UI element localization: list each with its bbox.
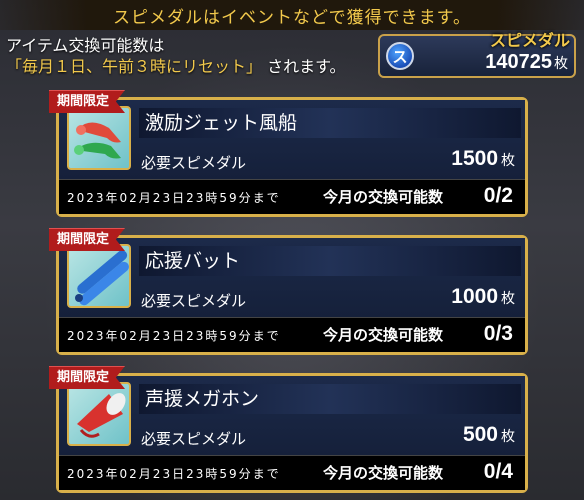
exchange-item-card[interactable]: 応援バット 必要スピメダル 1000 枚 2023年02月23日23時59分まで … xyxy=(49,228,528,355)
required-medals-label: 必要スピメダル xyxy=(141,430,247,448)
deadline-text: 2023年02月23日23時59分まで xyxy=(67,467,281,481)
spi-medal-icon: ス xyxy=(386,42,414,70)
item-name: 激励ジェット風船 xyxy=(139,108,521,138)
exchange-item-card[interactable]: 激励ジェット風船 必要スピメダル 1500 枚 2023年02月23日23時59分… xyxy=(49,90,528,217)
required-medals-amount: 1000 xyxy=(451,285,498,308)
balance-value: 140725 枚 xyxy=(485,51,568,74)
monthly-limit-label: 今月の交換可能数 xyxy=(323,188,444,206)
deadline-text: 2023年02月23日23時59分まで xyxy=(67,329,281,343)
card-footer: 2023年02月23日23時59分まで 今月の交換可能数 0/2 xyxy=(59,179,525,214)
monthly-limit-label: 今月の交換可能数 xyxy=(323,464,444,482)
jet-balloon-icon xyxy=(67,106,131,170)
monthly-limit-value: 0/2 xyxy=(483,184,513,207)
required-medals-unit: 枚 xyxy=(501,152,515,168)
reset-info-line1: アイテム交換可能数は xyxy=(6,36,165,55)
balance-title: スピメダル xyxy=(489,31,570,50)
balance-amount: 140725 xyxy=(485,51,552,73)
cheer-bat-icon xyxy=(67,244,131,308)
reset-info-rest: されます。 xyxy=(267,57,346,76)
required-medals-label: 必要スピメダル xyxy=(141,292,247,310)
deadline-text: 2023年02月23日23時59分まで xyxy=(67,191,281,205)
exchange-item-card[interactable]: 声援メガホン 必要スピメダル 500 枚 2023年02月23日23時59分まで … xyxy=(49,366,528,493)
card-footer: 2023年02月23日23時59分まで 今月の交換可能数 0/3 xyxy=(59,317,525,352)
card-footer: 2023年02月23日23時59分まで 今月の交換可能数 0/4 xyxy=(59,455,525,490)
medal-letter: ス xyxy=(392,47,408,66)
required-medals-value: 500 枚 xyxy=(463,423,515,447)
monthly-limit-value: 0/4 xyxy=(483,460,513,483)
megaphone-icon xyxy=(67,382,131,446)
required-medals-amount: 1500 xyxy=(451,147,498,170)
monthly-limit-label: 今月の交換可能数 xyxy=(323,326,444,344)
limited-time-tag: 期間限定 xyxy=(49,228,126,251)
medal-balance: スピメダル ス 140725 枚 xyxy=(378,31,576,78)
limited-time-tag: 期間限定 xyxy=(49,366,126,389)
reset-info: アイテム交換可能数は 「毎月１日、午前３時にリセット」 されます。 xyxy=(6,35,346,77)
reset-info-highlight: 「毎月１日、午前３時にリセット」 xyxy=(6,57,263,76)
limited-time-tag: 期間限定 xyxy=(49,90,126,113)
required-medals-unit: 枚 xyxy=(501,428,515,444)
required-medals-label: 必要スピメダル xyxy=(141,154,247,172)
balance-unit: 枚 xyxy=(554,55,568,71)
required-medals-amount: 500 xyxy=(462,423,498,446)
required-medals-unit: 枚 xyxy=(501,290,515,306)
monthly-limit-value: 0/3 xyxy=(483,322,513,345)
required-medals-value: 1000 枚 xyxy=(451,285,515,309)
item-name: 応援バット xyxy=(139,246,521,276)
item-name: 声援メガホン xyxy=(139,384,521,414)
info-banner: スピメダルはイベントなどで獲得できます。 xyxy=(0,0,584,30)
required-medals-value: 1500 枚 xyxy=(451,147,515,171)
reset-info-line2: 「毎月１日、午前３時にリセット」 されます。 xyxy=(6,56,346,77)
